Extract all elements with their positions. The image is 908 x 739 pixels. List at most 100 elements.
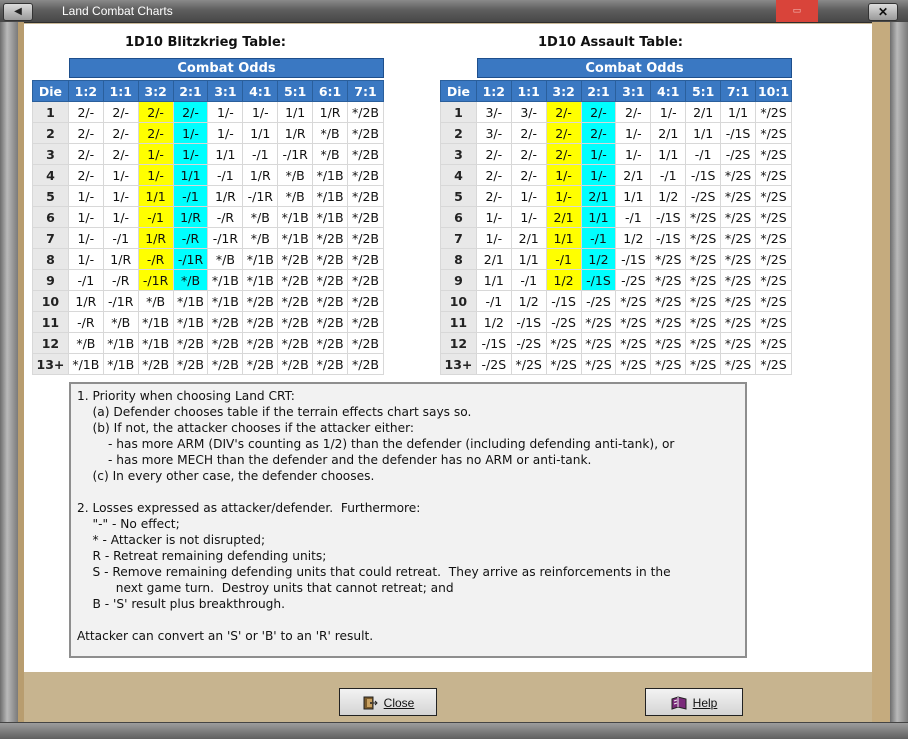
die-cell: 4 bbox=[440, 164, 477, 186]
result-cell: 1/2 bbox=[580, 248, 617, 270]
table-row: 5 1/- 1/- 1/1 -/1 1/R -/1R */B */1B */2B bbox=[32, 185, 384, 207]
odds-header: 2:1 bbox=[580, 80, 617, 102]
result-cell: */2B bbox=[172, 353, 209, 375]
result-cell: */2S bbox=[650, 311, 687, 333]
note-line bbox=[77, 612, 739, 628]
help-button[interactable]: Help bbox=[645, 688, 743, 716]
die-cell: 10 bbox=[32, 290, 69, 312]
result-cell: */2B bbox=[312, 269, 349, 291]
result-cell: */2S bbox=[615, 290, 652, 312]
result-cell: */2B bbox=[347, 122, 384, 144]
result-cell: */1B bbox=[277, 227, 314, 249]
result-cell: -/R bbox=[102, 269, 139, 291]
result-cell: -/1S bbox=[510, 311, 547, 333]
result-cell: */2B bbox=[277, 332, 314, 354]
close-button[interactable]: Close bbox=[339, 688, 437, 716]
result-cell: 1/1 bbox=[242, 122, 279, 144]
result-cell: 2/1 bbox=[580, 185, 617, 207]
result-cell: */2S bbox=[754, 143, 793, 165]
result-cell: */2S bbox=[754, 248, 793, 270]
result-cell: */B bbox=[277, 185, 314, 207]
result-cell: */2S bbox=[720, 185, 756, 207]
table-row: 1 2/- 2/- 2/- 2/- 1/- 1/- 1/1 1/R */2B bbox=[32, 101, 384, 123]
result-cell: 2/- bbox=[545, 122, 582, 144]
result-cell: */2S bbox=[615, 332, 652, 354]
table-row: 3 2/- 2/- 2/- 1/- 1/- 1/1 -/1 -/2S */2S bbox=[440, 143, 793, 165]
result-cell: 1/- bbox=[545, 185, 582, 207]
close-door-icon bbox=[363, 696, 378, 710]
result-cell: */2S bbox=[685, 311, 722, 333]
result-cell: */1B bbox=[102, 332, 139, 354]
die-cell: 10 bbox=[440, 290, 477, 312]
result-cell: 1/1 bbox=[475, 269, 512, 291]
odds-header: 3:2 bbox=[137, 80, 174, 102]
result-cell: 2/- bbox=[580, 101, 617, 123]
die-cell: 12 bbox=[440, 332, 477, 354]
result-cell: */2B bbox=[347, 206, 384, 228]
result-cell: */2B bbox=[347, 353, 384, 375]
result-cell: 1/- bbox=[137, 143, 174, 165]
result-cell: 1/1 bbox=[545, 227, 582, 249]
blitzkrieg-title: 1D10 Blitzkrieg Table: bbox=[125, 35, 286, 50]
result-cell: */2S bbox=[580, 353, 617, 375]
result-cell: 1/1 bbox=[685, 122, 722, 144]
result-cell: */2S bbox=[720, 353, 756, 375]
note-line: B - 'S' result plus breakthrough. bbox=[77, 597, 286, 611]
table-row: 6 1/- 1/- 2/1 1/1 -/1 -/1S */2S */2S */2S bbox=[440, 206, 793, 228]
result-cell: -/2S bbox=[615, 269, 652, 291]
note-line: - has more ARM (DIV's counting as 1/2) t… bbox=[77, 437, 675, 451]
result-cell: 1/- bbox=[242, 101, 279, 123]
result-cell: */B bbox=[242, 206, 279, 228]
result-cell: -/1 bbox=[67, 269, 104, 291]
result-cell: */2S bbox=[685, 248, 722, 270]
result-cell: */1B bbox=[207, 269, 244, 291]
result-cell: -/1R bbox=[242, 185, 279, 207]
result-cell: 1/1 bbox=[510, 248, 547, 270]
minimize-icon[interactable]: ▭ bbox=[776, 0, 818, 22]
die-cell: 8 bbox=[32, 248, 69, 270]
result-cell: */2B bbox=[347, 248, 384, 270]
result-cell: */2B bbox=[312, 290, 349, 312]
result-cell: 2/- bbox=[67, 101, 104, 123]
result-cell: 1/R bbox=[277, 122, 314, 144]
die-cell: 9 bbox=[32, 269, 69, 291]
result-cell: */1B bbox=[312, 185, 349, 207]
result-cell: */2B bbox=[277, 248, 314, 270]
result-cell: 3/- bbox=[475, 101, 512, 123]
result-cell: */2B bbox=[312, 332, 349, 354]
result-cell: -/1 bbox=[475, 290, 512, 312]
table-row: 2 2/- 2/- 2/- 1/- 1/- 1/1 1/R */B */2B bbox=[32, 122, 384, 144]
result-cell: 2/1 bbox=[685, 101, 722, 123]
die-cell: 13+ bbox=[32, 353, 69, 375]
result-cell: */2S bbox=[720, 311, 756, 333]
die-cell: 1 bbox=[32, 101, 69, 123]
result-cell: 1/R bbox=[172, 206, 209, 228]
close-window-icon[interactable]: ✕ bbox=[868, 3, 898, 21]
result-cell: 2/- bbox=[67, 143, 104, 165]
blitzkrieg-odds-banner: Combat Odds bbox=[69, 58, 384, 78]
result-cell: 1/2 bbox=[615, 227, 652, 249]
result-cell: */B bbox=[207, 248, 244, 270]
result-cell: 2/- bbox=[475, 185, 512, 207]
result-cell: -/1R bbox=[137, 269, 174, 291]
note-line: - has more MECH than the defender and th… bbox=[77, 453, 592, 467]
result-cell: 1/- bbox=[137, 164, 174, 186]
result-cell: */2B bbox=[347, 164, 384, 186]
result-cell: 2/- bbox=[475, 143, 512, 165]
result-cell: 2/- bbox=[67, 122, 104, 144]
result-cell: 2/- bbox=[137, 122, 174, 144]
note-line: (a) Defender chooses table if the terrai… bbox=[77, 405, 472, 419]
result-cell: 2/- bbox=[137, 101, 174, 123]
result-cell: 2/- bbox=[102, 143, 139, 165]
result-cell: */2S bbox=[685, 269, 722, 291]
note-line: (c) In every other case, the defender ch… bbox=[77, 469, 375, 483]
table-row: 7 1/- 2/1 1/1 -/1 1/2 -/1S */2S */2S */2S bbox=[440, 227, 793, 249]
result-cell: */2S bbox=[754, 164, 793, 186]
result-cell: 2/- bbox=[510, 164, 547, 186]
result-cell: */2S bbox=[720, 227, 756, 249]
window-menu-icon[interactable]: ◀ bbox=[3, 3, 33, 21]
result-cell: 2/- bbox=[102, 122, 139, 144]
result-cell: 1/R bbox=[207, 185, 244, 207]
result-cell: -/1S bbox=[685, 164, 722, 186]
assault-odds-banner: Combat Odds bbox=[477, 58, 792, 78]
